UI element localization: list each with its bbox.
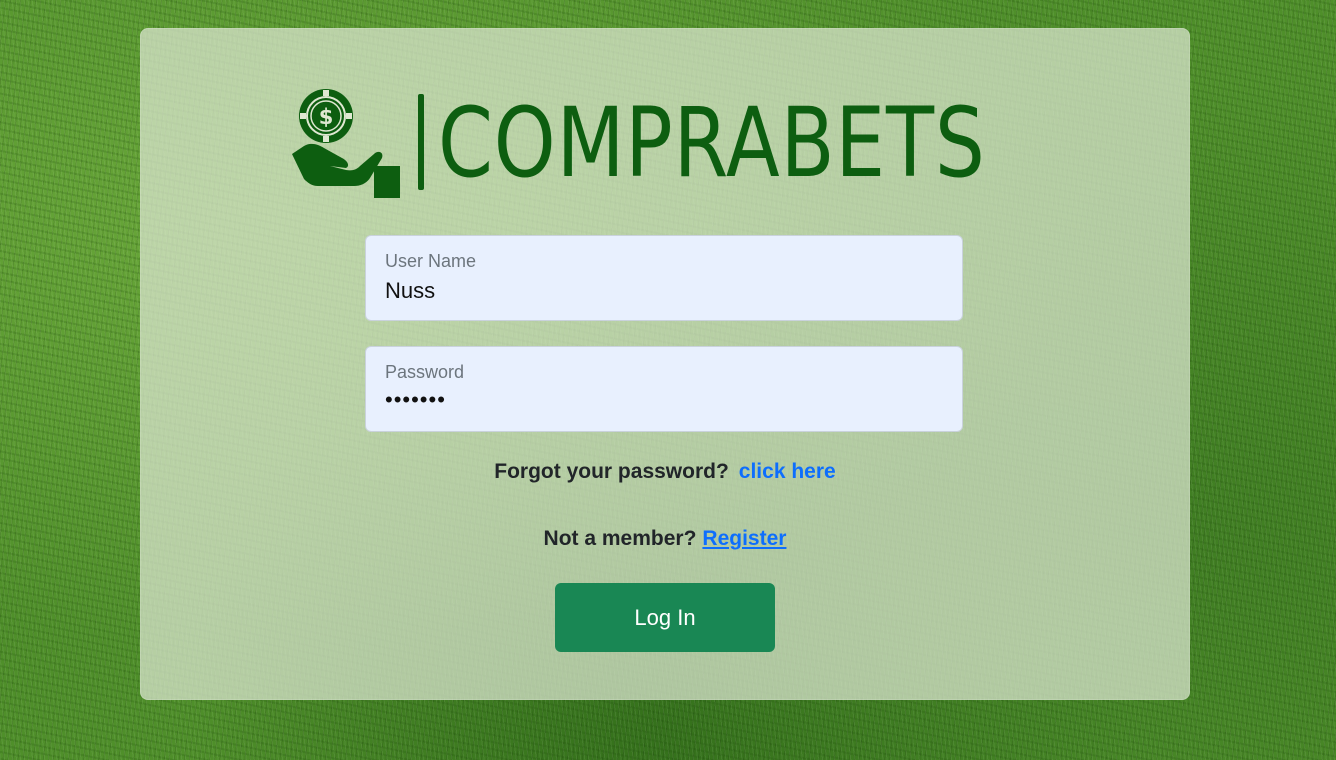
forgot-password-link[interactable]: click here: [739, 460, 836, 483]
forgot-password-text: Forgot your password?: [494, 460, 729, 483]
login-button[interactable]: Log In: [555, 583, 775, 652]
password-input[interactable]: •••••••: [385, 387, 446, 413]
register-row: Not a member? Register: [140, 527, 1190, 551]
password-label: Password: [385, 362, 465, 382]
password-field[interactable]: Password •••••••: [365, 346, 963, 432]
svg-text:$: $: [319, 105, 334, 129]
register-link[interactable]: Register: [702, 527, 786, 550]
logo-divider: [418, 94, 424, 190]
forgot-password-row: Forgot your password? click here: [140, 460, 1190, 484]
not-member-text: Not a member?: [543, 527, 697, 550]
brand-logo: $ COMPRABETS: [290, 86, 1050, 201]
login-card: $ COMPRABETS User Name Nuss Password •••…: [140, 28, 1190, 700]
username-input[interactable]: Nuss: [385, 278, 435, 304]
username-field[interactable]: User Name Nuss: [365, 235, 963, 321]
username-label: User Name: [385, 251, 477, 271]
hand-holding-chip-icon: $: [292, 89, 400, 198]
brand-name: COMPRABETS: [438, 87, 986, 199]
